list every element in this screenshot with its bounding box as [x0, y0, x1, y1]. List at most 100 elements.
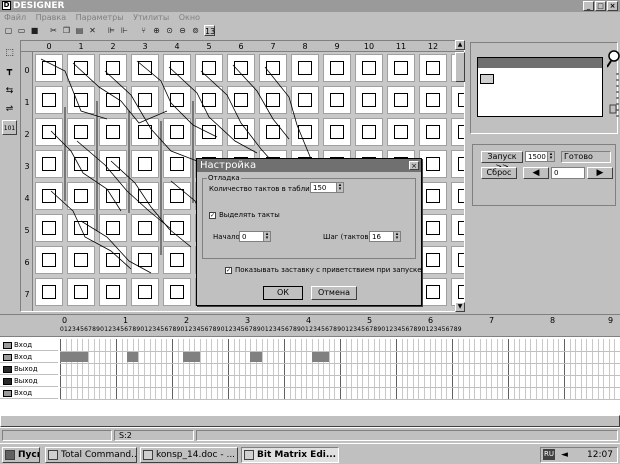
- close-button[interactable]: ×: [607, 1, 618, 11]
- matrix-cell[interactable]: [131, 150, 159, 178]
- scroll-thumb[interactable]: [455, 52, 465, 82]
- matrix-cell[interactable]: [419, 150, 447, 178]
- matrix-cell[interactable]: [35, 182, 63, 210]
- matrix-cell[interactable]: [35, 86, 63, 114]
- step-input[interactable]: 16 ▴ ▾: [369, 231, 401, 242]
- menu-utils[interactable]: Утилиты: [133, 13, 169, 22]
- save-icon[interactable]: ■: [29, 25, 40, 36]
- matrix-cell[interactable]: [259, 86, 287, 114]
- matrix-cell[interactable]: [67, 278, 95, 306]
- delete-icon[interactable]: ✕: [87, 25, 98, 36]
- matrix-cell[interactable]: [291, 54, 319, 82]
- matrix-cell[interactable]: [259, 54, 287, 82]
- matrix-cell[interactable]: [67, 182, 95, 210]
- wire-icon[interactable]: ⑂: [138, 25, 149, 36]
- view-icon[interactable]: ⊚: [190, 25, 201, 36]
- zoom-slider[interactable]: [606, 49, 620, 129]
- matrix-cell[interactable]: [99, 182, 127, 210]
- steps-input[interactable]: 1500 ▴ ▾: [525, 151, 555, 162]
- zoom-out-icon[interactable]: ⊖: [177, 25, 188, 36]
- magnifier-icon[interactable]: [606, 49, 620, 129]
- matrix-cell[interactable]: [131, 54, 159, 82]
- spin-arrows-icon[interactable]: ▴ ▾: [547, 152, 554, 161]
- language-indicator[interactable]: RU: [543, 449, 555, 460]
- highlight-checkbox[interactable]: ✓: [209, 212, 216, 219]
- task-bit-matrix[interactable]: Bit Matrix Edi...: [241, 447, 339, 463]
- ok-button[interactable]: ОК: [263, 286, 303, 300]
- matrix-cell[interactable]: [99, 214, 127, 242]
- matrix-cell[interactable]: [35, 278, 63, 306]
- matrix-cell[interactable]: [163, 182, 191, 210]
- matrix-cell[interactable]: [131, 86, 159, 114]
- matrix-cell[interactable]: [131, 246, 159, 274]
- open-folder-icon[interactable]: ▭: [16, 25, 27, 36]
- task-word-doc[interactable]: konsp_14.doc - ...: [140, 447, 238, 463]
- matrix-cell[interactable]: [35, 118, 63, 146]
- new-file-icon[interactable]: ▢: [3, 25, 14, 36]
- menu-window[interactable]: Окно: [179, 13, 200, 22]
- menu-params[interactable]: Параметры: [76, 13, 124, 22]
- matrix-scrollbar[interactable]: ▲ ▼: [455, 40, 465, 312]
- matrix-cell[interactable]: [99, 278, 127, 306]
- spin-arrows-icon[interactable]: ▴ ▾: [263, 232, 270, 241]
- maximize-button[interactable]: □: [595, 1, 606, 11]
- matrix-cell[interactable]: [67, 118, 95, 146]
- step-field[interactable]: 0: [551, 167, 585, 179]
- zoom-in-icon[interactable]: ⊕: [151, 25, 162, 36]
- pin-tool-icon[interactable]: ┳: [2, 64, 17, 79]
- align-left-icon[interactable]: ⊫: [106, 25, 117, 36]
- matrix-cell[interactable]: [419, 86, 447, 114]
- paste-icon[interactable]: ▤: [74, 25, 85, 36]
- scroll-up-icon[interactable]: ▲: [455, 40, 465, 50]
- matrix-cell[interactable]: [67, 86, 95, 114]
- matrix-cell[interactable]: [259, 118, 287, 146]
- matrix-cell[interactable]: [163, 150, 191, 178]
- start-input[interactable]: 0 ▴ ▾: [239, 231, 271, 242]
- splash-checkbox[interactable]: ✓: [225, 267, 232, 274]
- reset-button[interactable]: Сброс: [481, 167, 517, 179]
- matrix-cell[interactable]: [163, 214, 191, 242]
- spin-arrows-icon[interactable]: ▴ ▾: [336, 183, 343, 192]
- arrow-tool-icon[interactable]: ⇆: [2, 84, 17, 99]
- matrix-cell[interactable]: [419, 182, 447, 210]
- signal-row[interactable]: Вход: [0, 388, 58, 399]
- cut-icon[interactable]: ✂: [48, 25, 59, 36]
- matrix-cell[interactable]: [355, 86, 383, 114]
- matrix-cell[interactable]: [323, 118, 351, 146]
- matrix-cell[interactable]: [163, 54, 191, 82]
- matrix-cell[interactable]: [99, 54, 127, 82]
- minimize-button[interactable]: _: [583, 1, 594, 11]
- matrix-cell[interactable]: [323, 86, 351, 114]
- task-total-commander[interactable]: Total Command...: [45, 447, 137, 463]
- matrix-cell[interactable]: [163, 278, 191, 306]
- matrix-cell[interactable]: [419, 54, 447, 82]
- matrix-cell[interactable]: [163, 118, 191, 146]
- matrix-cell[interactable]: [67, 54, 95, 82]
- matrix-cell[interactable]: [35, 246, 63, 274]
- matrix-cell[interactable]: [227, 54, 255, 82]
- align-right-icon[interactable]: ⊩: [119, 25, 130, 36]
- matrix-cell[interactable]: [387, 118, 415, 146]
- matrix-cell[interactable]: [195, 86, 223, 114]
- matrix-cell[interactable]: [355, 54, 383, 82]
- matrix-cell[interactable]: [291, 118, 319, 146]
- signal-row[interactable]: Вход: [0, 352, 58, 363]
- matrix-cell[interactable]: [387, 54, 415, 82]
- signal-row[interactable]: Выход: [0, 364, 58, 375]
- matrix-cell[interactable]: [419, 278, 447, 306]
- matrix-cell[interactable]: [355, 118, 383, 146]
- matrix-cell[interactable]: [67, 214, 95, 242]
- start-button[interactable]: Пуск: [2, 447, 40, 463]
- menu-edit[interactable]: Правка: [36, 13, 66, 22]
- matrix-cell[interactable]: [195, 54, 223, 82]
- matrix-cell[interactable]: [163, 246, 191, 274]
- matrix-cell[interactable]: [35, 150, 63, 178]
- step-forward-button[interactable]: ▶: [587, 167, 613, 179]
- timing-diagram[interactable]: 0 1 2 3 4 5 6 7 8 9 01234567890123456789…: [0, 314, 620, 427]
- matrix-cell[interactable]: [131, 278, 159, 306]
- zoom-icon[interactable]: ⊙: [164, 25, 175, 36]
- matrix-cell[interactable]: [67, 246, 95, 274]
- scroll-down-icon[interactable]: ▼: [455, 302, 465, 312]
- menu-file[interactable]: Файл: [4, 13, 26, 22]
- matrix-cell[interactable]: [419, 214, 447, 242]
